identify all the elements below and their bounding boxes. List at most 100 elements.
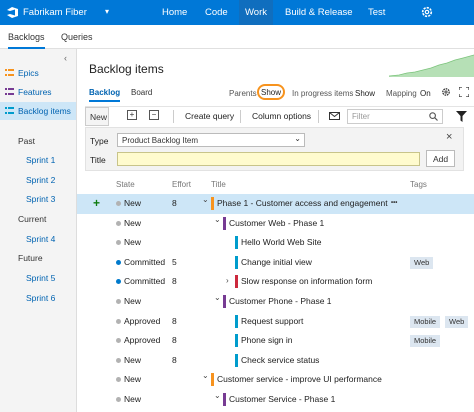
filter-input[interactable]: Filter <box>347 109 443 124</box>
table-row[interactable]: Approved 8 Request support Mobile Web <box>77 312 474 332</box>
tab-queries[interactable]: Queries <box>61 32 93 42</box>
title-text[interactable]: Slow response on information form <box>241 276 372 286</box>
table-row[interactable]: New Hello World Web Site <box>77 233 474 253</box>
state-cell: New <box>124 198 142 208</box>
work-item-type-select[interactable]: Product Backlog Item ⌄ <box>117 133 305 147</box>
state-cell: New <box>124 237 142 248</box>
table-row[interactable]: New ⌄ Customer service - improve UI perfor… <box>77 370 474 390</box>
velocity-mini-chart[interactable] <box>389 53 474 77</box>
table-row[interactable]: New ⌄ Customer Phone - Phase 1 <box>77 292 474 312</box>
mapping-toggle[interactable]: On <box>420 89 431 98</box>
in-progress-show-toggle[interactable]: Show <box>355 89 375 98</box>
tab-backlog[interactable]: Backlog <box>89 88 121 102</box>
chevron-down-icon[interactable]: ▾ <box>105 7 109 16</box>
sidebar-item-sprint-6[interactable]: Sprint 6 <box>26 293 55 303</box>
collapse-toggle-icon[interactable]: ⌄ <box>214 293 222 302</box>
sidebar-item-backlog-items[interactable]: Backlog items <box>0 102 76 120</box>
table-row[interactable]: Committed 5 Change initial view Web <box>77 253 474 273</box>
state-dot <box>116 397 121 402</box>
tag-badge[interactable]: Web <box>410 256 434 269</box>
expand-all-icon[interactable]: + <box>127 110 137 120</box>
title-text[interactable]: Customer service - improve UI performanc… <box>217 374 382 384</box>
sidebar-item-sprint-5[interactable]: Sprint 5 <box>26 273 55 283</box>
new-button[interactable]: New <box>85 107 109 126</box>
sidebar-item-sprint-4[interactable]: Sprint 4 <box>26 234 55 244</box>
work-item-type-bar <box>235 314 238 328</box>
funnel-icon[interactable] <box>456 111 467 122</box>
title-text[interactable]: Hello World Web Site <box>241 237 321 247</box>
title-text[interactable]: Phone sign in <box>241 335 293 345</box>
add-child-icon[interactable]: + <box>93 196 100 210</box>
chevron-down-icon: ⌄ <box>294 134 301 143</box>
table-row[interactable]: Approved 8 Phone sign in Mobile <box>77 331 474 351</box>
sidebar-item-label: Backlog items <box>18 106 71 116</box>
column-header-effort[interactable]: Effort <box>172 180 191 189</box>
hub-build-release[interactable]: Build & Release <box>285 7 353 18</box>
filter-placeholder: Filter <box>352 112 370 121</box>
title-input[interactable] <box>117 152 420 166</box>
collapse-all-icon[interactable]: − <box>149 110 159 120</box>
chevron-left-icon[interactable]: ‹ <box>64 53 67 63</box>
state-cell: New <box>124 296 142 306</box>
sidebar-item-epics[interactable]: Epics <box>0 64 76 82</box>
expand-toggle-icon[interactable]: › <box>226 276 234 285</box>
title-text[interactable]: Change initial view <box>241 257 312 267</box>
more-options-icon[interactable]: ••• <box>391 200 397 206</box>
tab-backlogs[interactable]: Backlogs <box>8 32 45 49</box>
collapse-toggle-icon[interactable]: ⌄ <box>214 215 222 224</box>
email-icon[interactable] <box>329 112 340 120</box>
sidebar-item-sprint-1[interactable]: Sprint 1 <box>26 155 55 165</box>
add-button[interactable]: Add <box>426 150 455 167</box>
divider <box>240 110 241 123</box>
collapse-toggle-icon[interactable]: ⌄ <box>214 391 222 400</box>
gear-icon[interactable] <box>441 87 451 97</box>
work-item-type-bar <box>235 353 238 367</box>
effort-cell: 8 <box>172 335 177 346</box>
title-text[interactable]: Phase 1 - Customer access and engagement <box>217 198 388 208</box>
state-cell: Committed <box>124 276 166 287</box>
sidebar-item-sprint-2[interactable]: Sprint 2 <box>26 175 55 185</box>
title-text[interactable]: Check service status <box>241 355 319 365</box>
tag-badge[interactable]: Web <box>445 315 469 328</box>
column-header-state[interactable]: State <box>116 180 135 189</box>
hub-home[interactable]: Home <box>162 7 187 18</box>
column-header-tags[interactable]: Tags <box>410 180 427 189</box>
tag-badge[interactable]: Mobile <box>410 315 441 328</box>
column-header-title[interactable]: Title <box>211 180 226 189</box>
state-cell: Approved <box>124 335 161 346</box>
parents-show-toggle[interactable]: Show <box>257 84 285 100</box>
gear-icon[interactable] <box>420 5 434 19</box>
hub-test[interactable]: Test <box>368 7 385 18</box>
title-text[interactable]: Customer Service - Phase 1 <box>229 394 335 404</box>
collapse-toggle-icon[interactable]: ⌄ <box>202 371 210 380</box>
tab-board[interactable]: Board <box>131 88 152 97</box>
search-icon[interactable] <box>429 112 438 121</box>
create-query-button[interactable]: Create query <box>185 111 234 121</box>
work-item-type-bar <box>235 334 238 348</box>
hub-code[interactable]: Code <box>205 7 228 18</box>
tag-badge[interactable]: Mobile <box>410 335 441 348</box>
table-row[interactable]: Committed 8 › Slow response on information … <box>77 272 474 292</box>
title-text[interactable]: Customer Web - Phase 1 <box>229 218 324 228</box>
table-row[interactable]: New ⌄ Customer Service - Phase 1 <box>77 390 474 410</box>
effort-cell: 8 <box>172 276 177 287</box>
table-row[interactable]: New 8 Check service status <box>77 351 474 371</box>
project-name[interactable]: Fabrikam Fiber <box>23 7 87 18</box>
collapse-toggle-icon[interactable]: ⌄ <box>202 195 210 204</box>
sidebar-item-features[interactable]: Features <box>0 83 76 101</box>
table-row[interactable]: + New 8 ⌄ Phase 1 - Customer access and enga… <box>77 194 474 214</box>
table-row[interactable]: New ⌄ Customer Web - Phase 1 <box>77 214 474 234</box>
epics-icon <box>5 69 14 76</box>
sidebar-item-sprint-3[interactable]: Sprint 3 <box>26 194 55 204</box>
hub-work[interactable]: Work <box>239 0 273 25</box>
group-future: Future <box>18 253 43 263</box>
title-text[interactable]: Customer Phone - Phase 1 <box>229 296 332 306</box>
state-cell: New <box>124 394 142 404</box>
backlog-toolbar: New + − Create query Column options Filt… <box>85 106 474 126</box>
fullscreen-icon[interactable] <box>459 87 469 97</box>
column-options-button[interactable]: Column options <box>252 111 311 121</box>
vsts-logo-icon[interactable] <box>6 6 19 19</box>
title-text[interactable]: Request support <box>241 316 303 326</box>
close-icon[interactable]: × <box>446 131 452 143</box>
effort-cell: 8 <box>172 198 177 208</box>
